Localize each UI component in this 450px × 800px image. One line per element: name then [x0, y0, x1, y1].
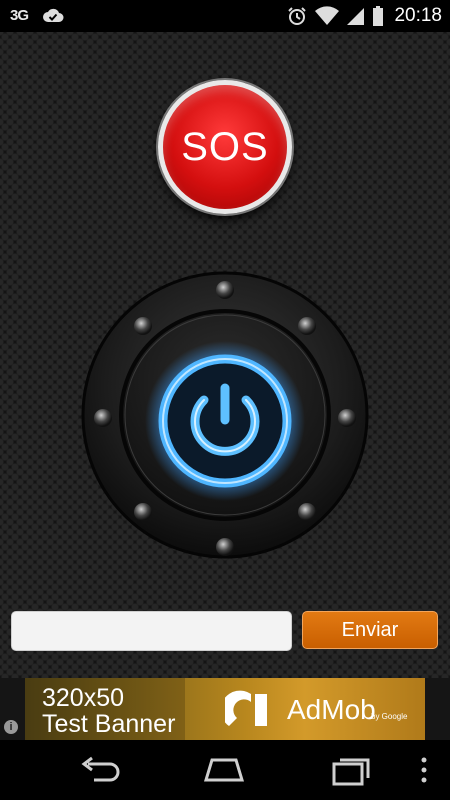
- home-icon[interactable]: [202, 752, 246, 788]
- recents-icon[interactable]: [328, 752, 372, 788]
- wifi-icon: [315, 6, 340, 25]
- ad-banner-text: Test Banner: [42, 710, 176, 738]
- ad-byline: by Google: [371, 712, 408, 721]
- sos-label: SOS: [181, 124, 269, 169]
- alarm-icon: [288, 7, 307, 25]
- ad-brand: AdMob: [287, 694, 376, 725]
- ad-info-icon[interactable]: i: [4, 720, 18, 734]
- check-icon: [43, 8, 64, 22]
- send-button[interactable]: Enviar: [302, 611, 438, 649]
- ad-size-text: 320x50: [42, 684, 125, 712]
- message-input[interactable]: [11, 611, 292, 651]
- menu-icon[interactable]: [404, 752, 444, 788]
- navigation-bar: [0, 740, 450, 800]
- ad-banner[interactable]: 320x50 Test Banner AdMob by Google: [25, 678, 425, 740]
- power-button[interactable]: [80, 270, 370, 560]
- status-bar: 3G 20:18: [0, 0, 450, 32]
- battery-icon: [373, 6, 384, 26]
- back-icon[interactable]: [78, 752, 122, 788]
- network-type: 3G: [10, 7, 29, 24]
- ad-area: i 320x50 Test Banner AdMob by Google: [0, 678, 450, 740]
- clock: 20:18: [394, 5, 442, 26]
- power-icon: [81, 271, 369, 559]
- admob-logo-icon: [225, 690, 267, 726]
- signal-icon: [347, 8, 365, 25]
- main-panel: SOS Enviar: [0, 32, 450, 678]
- sos-button[interactable]: SOS: [158, 80, 292, 214]
